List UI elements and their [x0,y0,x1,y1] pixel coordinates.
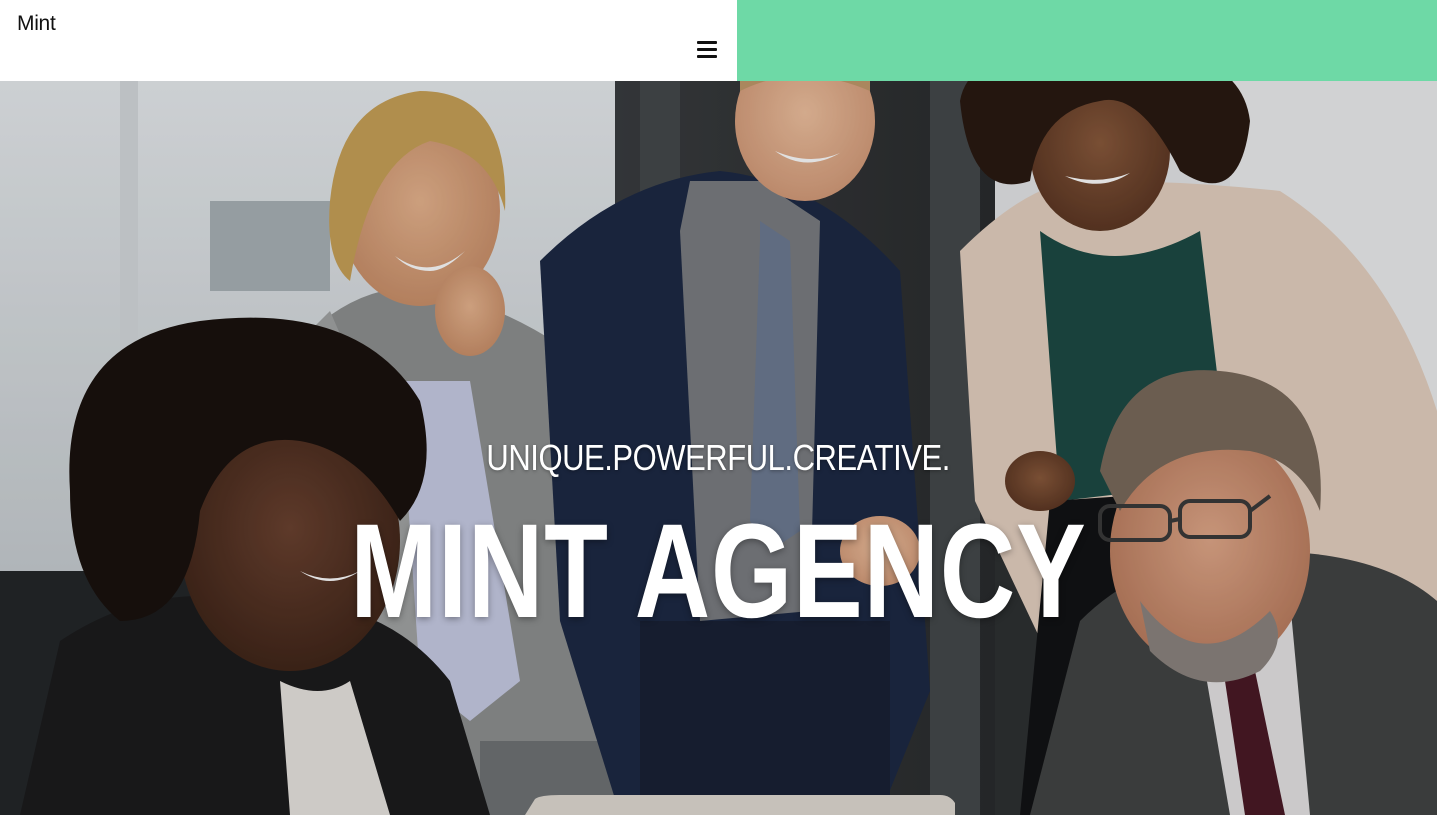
site-header: Mint [0,0,1437,81]
menu-line [697,41,717,44]
menu-line [697,55,717,58]
hero-text-block: UNIQUE.POWERFUL.CREATIVE. MINT AGENCY [0,81,1437,815]
hero-tagline: UNIQUE.POWERFUL.CREATIVE. [486,437,950,478]
menu-line [697,48,717,51]
landing-page: Mint UNIQUE.POWERFUL.CREATIVE. MINT AGEN… [0,0,1437,815]
brand-logo[interactable]: Mint [17,12,56,36]
hero-title: MINT AGENCY [350,497,1087,646]
header-bar: Mint [0,0,737,81]
hero-section: UNIQUE.POWERFUL.CREATIVE. MINT AGENCY [0,81,1437,815]
hamburger-menu-icon[interactable] [694,38,720,62]
header-accent-block [737,0,1437,81]
